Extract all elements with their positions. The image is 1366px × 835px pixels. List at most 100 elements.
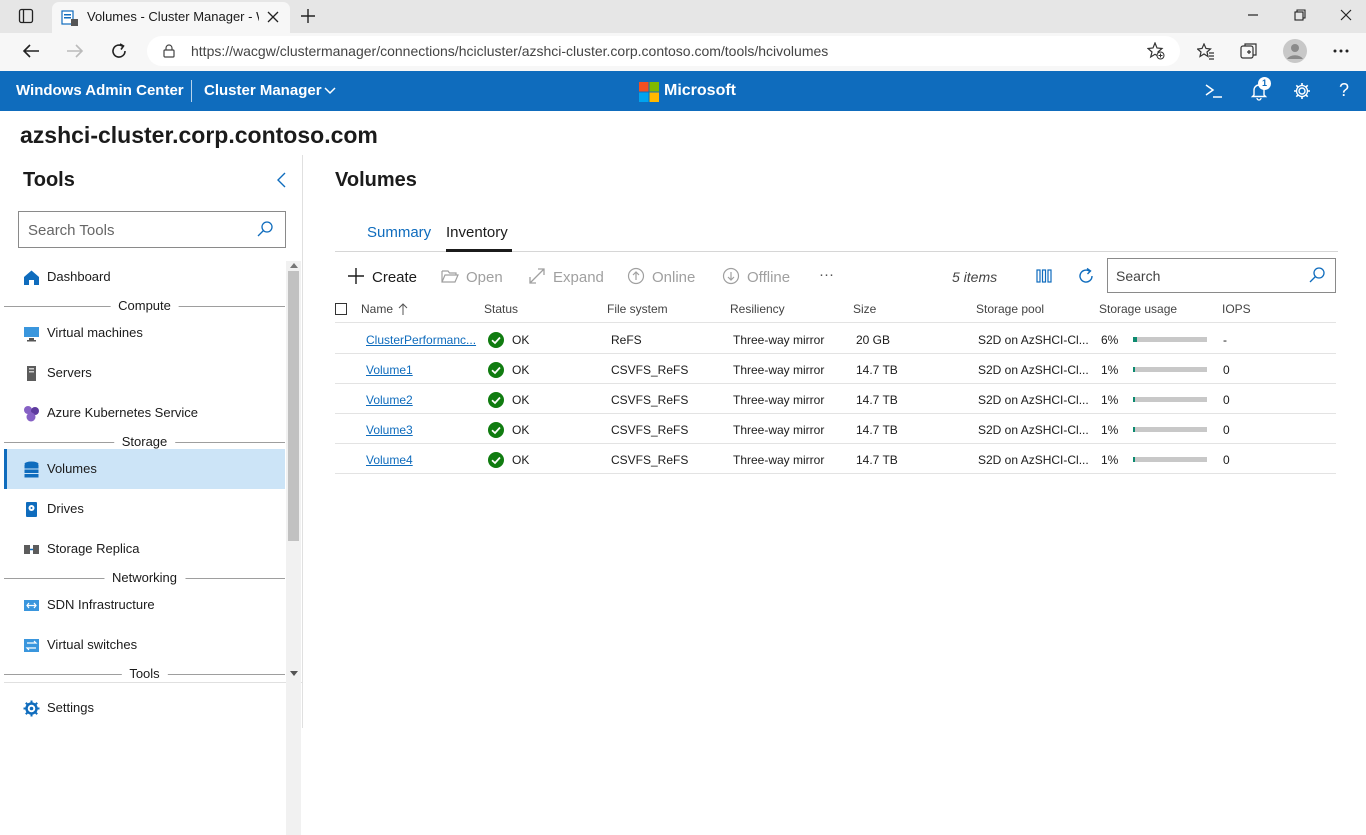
scroll-down-icon[interactable] xyxy=(290,671,298,676)
sidebar-item-sdn[interactable]: SDN Infrastructure xyxy=(4,585,285,625)
sidebar-item-label: Settings xyxy=(47,700,94,715)
arrow-up-circle-icon xyxy=(627,267,645,285)
sidebar-item-storage-replica[interactable]: Storage Replica xyxy=(4,529,285,569)
iops-cell: 0 xyxy=(1223,453,1230,467)
browser-address-bar: https://wacgw/clustermanager/connections… xyxy=(0,33,1366,71)
table-row[interactable]: Volume4 OK CSVFS_ReFS Three-way mirror 1… xyxy=(335,444,1336,474)
usage-percent-cell: 1% xyxy=(1101,453,1119,467)
section-storage: Storage xyxy=(4,434,285,450)
usage-bar-fill xyxy=(1133,427,1136,432)
forward-icon[interactable] xyxy=(66,43,84,59)
help-icon[interactable]: ? xyxy=(1339,80,1349,101)
column-header-iops[interactable]: IOPS xyxy=(1222,302,1251,316)
volume-name-link[interactable]: ClusterPerformanc... xyxy=(366,333,476,347)
volume-name-link[interactable]: Volume3 xyxy=(366,423,413,437)
iops-cell: 0 xyxy=(1223,393,1230,407)
more-actions-button[interactable]: ··· xyxy=(819,266,834,283)
refresh-icon[interactable] xyxy=(1077,267,1095,285)
volume-name-link[interactable]: Volume1 xyxy=(366,363,413,377)
powershell-icon[interactable] xyxy=(1205,83,1223,99)
table-row[interactable]: Volume1 OK CSVFS_ReFS Three-way mirror 1… xyxy=(335,354,1336,384)
restore-icon[interactable] xyxy=(1294,9,1306,21)
close-tab-icon[interactable] xyxy=(267,11,279,23)
size-cell: 14.7 TB xyxy=(856,393,898,407)
browser-tab[interactable]: Volumes - Cluster Manager - Wi xyxy=(52,2,290,33)
app-name[interactable]: Windows Admin Center xyxy=(16,82,184,99)
drive-icon xyxy=(23,501,40,518)
iops-cell: - xyxy=(1223,333,1227,347)
minimize-icon[interactable] xyxy=(1247,9,1259,21)
tools-search-placeholder: Search Tools xyxy=(28,222,115,239)
section-compute: Compute xyxy=(4,298,285,314)
sidebar-item-label: Storage Replica xyxy=(47,541,140,556)
status-text: OK xyxy=(512,363,530,377)
select-all-checkbox[interactable] xyxy=(335,303,347,315)
app-header: Windows Admin Center Cluster Manager Mic… xyxy=(0,71,1366,111)
sidebar-item-servers[interactable]: Servers xyxy=(4,353,285,393)
context-switcher[interactable]: Cluster Manager xyxy=(204,82,322,99)
refresh-icon[interactable] xyxy=(110,42,128,60)
ok-check-icon xyxy=(488,332,504,348)
usage-bar xyxy=(1133,337,1207,342)
item-count: 5 items xyxy=(952,269,998,285)
column-chooser-icon[interactable] xyxy=(1036,268,1052,284)
profile-avatar[interactable] xyxy=(1283,39,1307,63)
tab-actions-icon[interactable] xyxy=(18,8,34,24)
back-icon[interactable] xyxy=(22,43,40,59)
search-icon[interactable] xyxy=(257,221,273,237)
url-text[interactable]: https://wacgw/clustermanager/connections… xyxy=(191,43,828,59)
table-row[interactable]: ClusterPerformanc... OK ReFS Three-way m… xyxy=(335,324,1336,354)
header-divider xyxy=(335,322,1336,323)
sidebar-scroll-thumb[interactable] xyxy=(288,271,299,541)
favorites-icon[interactable] xyxy=(1197,43,1215,61)
volume-name-link[interactable]: Volume2 xyxy=(366,393,413,407)
tab-summary[interactable]: Summary xyxy=(367,224,431,241)
sidebar-item-volumes[interactable]: Volumes xyxy=(4,449,285,489)
usage-bar xyxy=(1133,367,1207,372)
volume-name-link[interactable]: Volume4 xyxy=(366,453,413,467)
grid-search-input[interactable]: Search xyxy=(1107,258,1336,293)
sidebar-item-virtual-switches[interactable]: Virtual switches xyxy=(4,625,285,665)
expand-button-label: Expand xyxy=(553,269,604,286)
gear-icon[interactable] xyxy=(1293,82,1311,100)
column-header-file-system[interactable]: File system xyxy=(607,302,668,316)
search-icon[interactable] xyxy=(1309,267,1325,283)
column-header-size[interactable]: Size xyxy=(853,302,876,316)
file-system-cell: CSVFS_ReFS xyxy=(611,453,689,467)
cluster-title: azshci-cluster.corp.contoso.com xyxy=(20,122,378,148)
more-options-icon[interactable] xyxy=(1333,49,1349,53)
storage-pool-cell: S2D on AzSHCI-Cl... xyxy=(978,453,1089,467)
url-bar[interactable]: https://wacgw/clustermanager/connections… xyxy=(147,36,1180,66)
add-favorite-icon[interactable] xyxy=(1147,42,1165,60)
sort-ascending-icon[interactable] xyxy=(398,303,408,315)
browser-tab-title: Volumes - Cluster Manager - Wi xyxy=(87,9,259,24)
sidebar-divider xyxy=(4,682,302,683)
section-label: Tools xyxy=(121,666,168,681)
new-tab-icon[interactable] xyxy=(300,8,316,24)
sidebar-item-label: SDN Infrastructure xyxy=(47,597,155,612)
column-header-storage-usage[interactable]: Storage usage xyxy=(1099,302,1177,316)
sidebar-item-aks[interactable]: Azure Kubernetes Service xyxy=(4,393,285,433)
scroll-up-icon[interactable] xyxy=(290,263,298,268)
sidebar-item-virtual-machines[interactable]: Virtual machines xyxy=(4,313,285,353)
collections-icon[interactable] xyxy=(1240,42,1258,60)
table-row[interactable]: Volume2 OK CSVFS_ReFS Three-way mirror 1… xyxy=(335,384,1336,414)
column-header-status[interactable]: Status xyxy=(484,302,518,316)
column-header-resiliency[interactable]: Resiliency xyxy=(730,302,785,316)
open-button-label: Open xyxy=(466,269,503,286)
tab-inventory[interactable]: Inventory xyxy=(446,224,508,241)
usage-bar-fill xyxy=(1133,397,1136,402)
table-row[interactable]: Volume3 OK CSVFS_ReFS Three-way mirror 1… xyxy=(335,414,1336,444)
column-header-storage-pool[interactable]: Storage pool xyxy=(976,302,1044,316)
close-window-icon[interactable] xyxy=(1340,9,1352,21)
tools-search-input[interactable]: Search Tools xyxy=(18,211,286,248)
column-header-name[interactable]: Name xyxy=(361,302,393,316)
sidebar-item-settings[interactable]: Settings xyxy=(4,688,285,728)
section-tools: Tools xyxy=(4,666,285,682)
lock-icon[interactable] xyxy=(163,44,175,58)
storage-pool-cell: S2D on AzSHCI-Cl... xyxy=(978,393,1089,407)
collapse-sidebar-icon[interactable] xyxy=(276,172,286,188)
sidebar-item-dashboard[interactable]: Dashboard xyxy=(4,257,285,297)
sidebar-item-drives[interactable]: Drives xyxy=(4,489,285,529)
chevron-down-icon[interactable] xyxy=(324,87,336,95)
